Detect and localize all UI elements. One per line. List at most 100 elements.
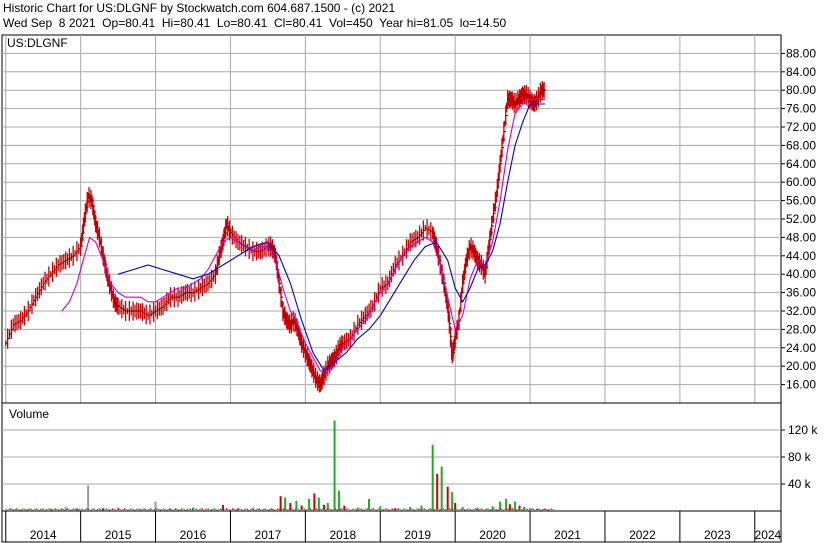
volume-bar-small (476, 508, 478, 510)
volume-bar-small (252, 508, 254, 510)
volume-bar-small (288, 508, 290, 510)
volume-bar-small (237, 508, 239, 510)
volume-bar-small (118, 508, 120, 510)
volume-bar-small (175, 508, 177, 510)
volume-bar-small (16, 508, 18, 510)
volume-bar-small (185, 509, 187, 511)
volume-bar-small (518, 508, 520, 510)
volume-bar-small (53, 508, 55, 510)
volume-bar-small (348, 508, 350, 510)
volume-bar-small (263, 508, 265, 510)
volume-y-tick-label: 80 k (788, 450, 812, 464)
volume-bar-small (109, 509, 111, 511)
volume-bar-small (533, 508, 535, 510)
volume-bar (284, 497, 287, 510)
volume-bar-small (116, 508, 118, 510)
volume-bar-small (384, 508, 386, 510)
volume-bar-small (383, 509, 385, 511)
volume-bar-small (151, 508, 153, 510)
year-label: 2023 (704, 528, 731, 542)
volume-bar-small (450, 508, 452, 510)
volume-bar-small (482, 508, 484, 510)
volume-bar-small (55, 508, 57, 510)
volume-bar-small (408, 509, 410, 511)
volume-bar-small (25, 509, 27, 511)
volume-bar-small (425, 508, 427, 510)
volume-bar-small (336, 509, 338, 511)
volume-bar (431, 444, 434, 510)
volume-bar-small (261, 509, 263, 511)
volume-bar-small (411, 508, 413, 510)
volume-bar-small (447, 508, 449, 510)
volume-bar-small (104, 508, 106, 510)
volume-bar-small (74, 508, 76, 510)
volume-bar-small (227, 508, 229, 510)
volume-bar-small (270, 508, 272, 510)
volume-bar-small (155, 508, 157, 510)
volume-bar-small (491, 509, 493, 511)
volume-bar (279, 496, 282, 510)
volume-bar-small (233, 508, 235, 510)
volume-bar-small (522, 509, 524, 511)
volume-bar-small (399, 508, 401, 510)
volume-bar-small (536, 508, 538, 510)
volume-bar-small (196, 508, 198, 510)
volume-bar-small (332, 509, 334, 511)
price-y-tick-label: 48.00 (786, 230, 816, 244)
volume-bar-small (272, 508, 274, 510)
volume-bar-small (92, 508, 94, 510)
volume-bar-small (525, 508, 527, 510)
volume-bar-small (14, 508, 16, 510)
year-label: 2019 (404, 528, 431, 542)
volume-bar-small (245, 508, 247, 510)
volume-bar-small (431, 508, 433, 510)
volume-bar-small (254, 509, 256, 511)
price-y-tick-label: 80.00 (786, 83, 816, 97)
volume-bar-small (392, 508, 394, 510)
volume-bar-small (198, 508, 200, 510)
volume-bar-small (506, 508, 508, 510)
volume-bar-small (133, 509, 135, 511)
volume-bar-small (390, 508, 392, 510)
volume-bar-small (524, 508, 526, 510)
volume-bar-small (119, 508, 121, 510)
volume-bar (308, 498, 311, 510)
price-panel-title: US:DLGNF (7, 36, 68, 50)
volume-bar-small (94, 508, 96, 510)
volume-bar-small (287, 509, 289, 511)
volume-bar-small (282, 508, 284, 510)
volume-bar-small (479, 508, 481, 510)
volume-bar-small (190, 508, 192, 510)
volume-bar-small (100, 508, 102, 510)
volume-bar-small (404, 508, 406, 510)
volume-bar-small (308, 508, 310, 510)
volume-bar (87, 485, 90, 510)
volume-bar-small (228, 509, 230, 511)
volume-bar-small (521, 509, 523, 511)
volume-panel-title: Volume (9, 407, 49, 421)
volume-bar-small (312, 509, 314, 511)
year-label: 2016 (180, 528, 207, 542)
volume-bar-small (480, 508, 482, 510)
volume-bar-small (410, 508, 412, 510)
volume-bar-small (389, 509, 391, 511)
volume-bar-small (213, 508, 215, 510)
volume-bar-small (240, 508, 242, 510)
volume-bar-small (107, 509, 109, 511)
volume-bar-small (8, 508, 10, 510)
volume-bar-small (279, 509, 281, 511)
volume-bar-small (335, 508, 337, 510)
volume-bar-small (402, 508, 404, 510)
volume-bar-small (500, 508, 502, 510)
volume-bar-small (513, 508, 515, 510)
volume-bar-small (498, 508, 500, 510)
volume-bar-small (341, 508, 343, 510)
volume-bar-small (512, 508, 514, 510)
volume-bar-small (62, 508, 64, 510)
volume-bar-small (275, 508, 277, 510)
volume-bar-small (278, 508, 280, 510)
volume-bar-small (380, 508, 382, 510)
price-y-tick-label: 52.00 (786, 212, 816, 226)
volume-bar-small (372, 508, 374, 510)
volume-bar (440, 466, 443, 510)
